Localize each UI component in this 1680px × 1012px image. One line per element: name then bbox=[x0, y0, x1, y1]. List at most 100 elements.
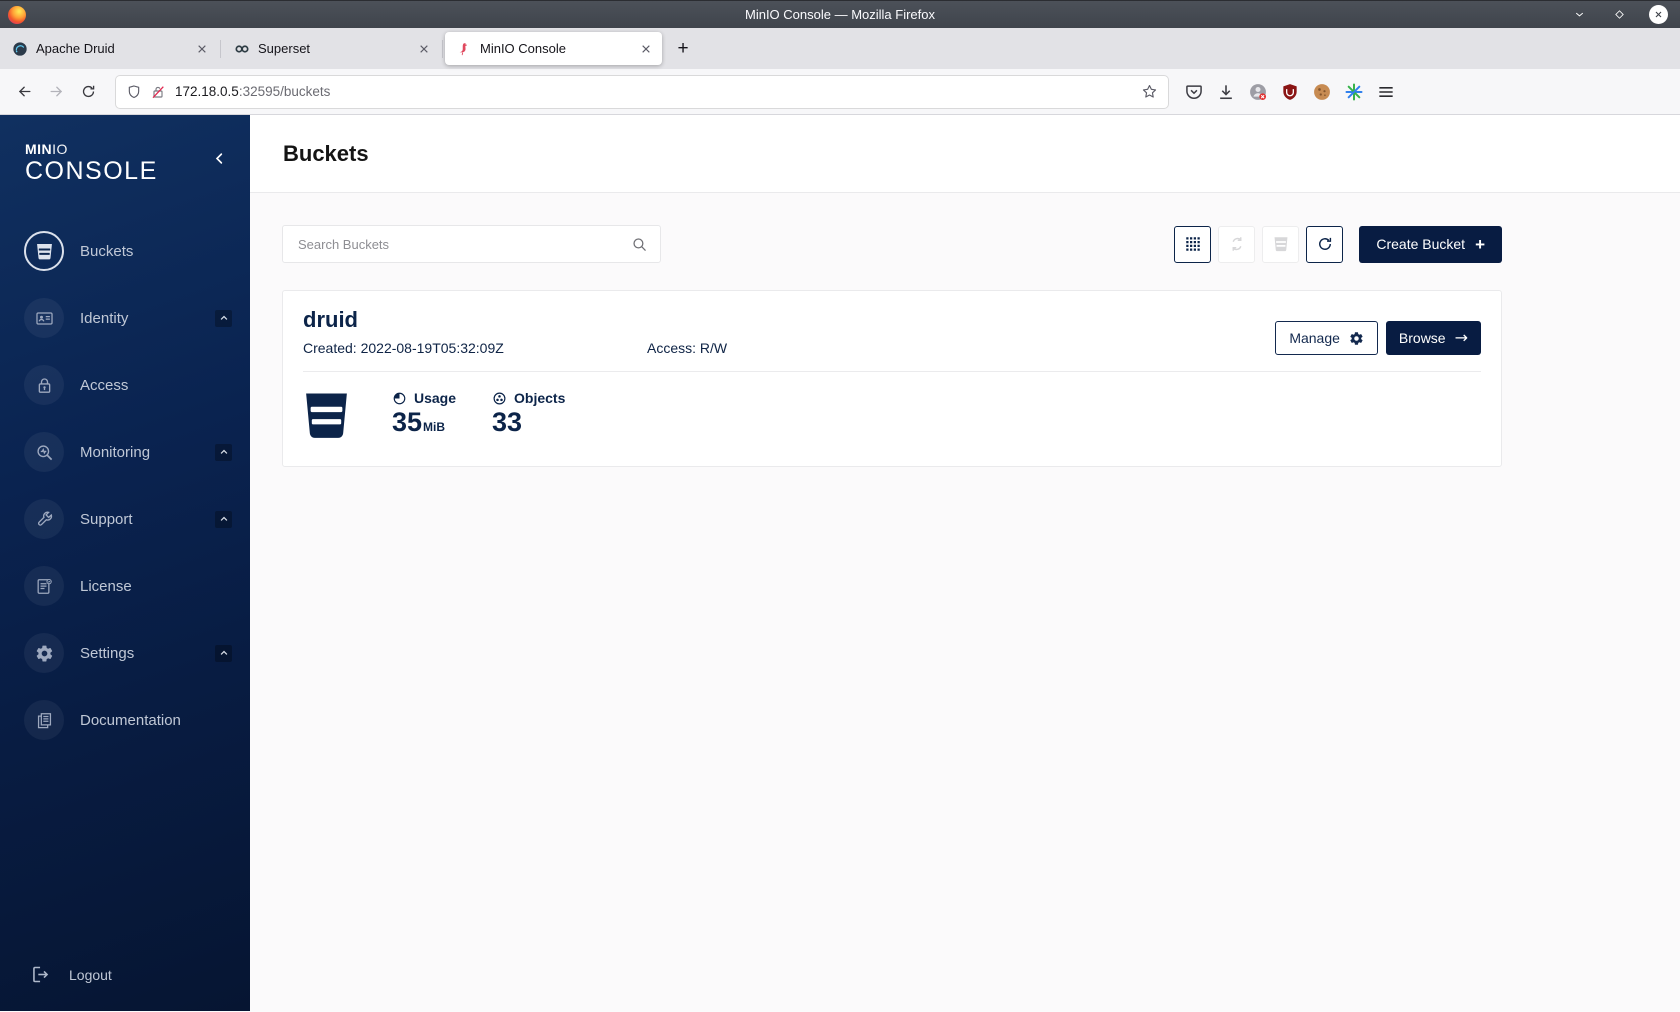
bucket-created: Created: 2022-08-19T05:32:09Z bbox=[303, 340, 504, 356]
insecure-lock-icon[interactable] bbox=[150, 84, 166, 100]
window-close-button[interactable] bbox=[1649, 5, 1668, 24]
bucket-icon bbox=[1274, 237, 1288, 252]
tab-separator bbox=[220, 39, 221, 58]
sidebar-item-label: License bbox=[80, 577, 132, 595]
forward-button[interactable] bbox=[40, 76, 72, 108]
manage-label: Manage bbox=[1289, 330, 1340, 346]
extension-disabled-icon[interactable] bbox=[1248, 82, 1268, 102]
window-titlebar: MinIO Console — Mozilla Firefox bbox=[0, 0, 1680, 28]
plus-icon: + bbox=[1475, 234, 1485, 254]
chevron-down-icon bbox=[1575, 12, 1583, 17]
objects-icon bbox=[493, 392, 506, 404]
new-tab-button[interactable]: + bbox=[668, 34, 698, 64]
window-controls bbox=[1569, 5, 1680, 25]
bucket-icon bbox=[306, 393, 347, 438]
sidebar: MINIO CONSOLE Buckets Identity Access Mo… bbox=[0, 115, 250, 1011]
grid-view-button[interactable] bbox=[1174, 225, 1212, 263]
sidebar-item-label: Settings bbox=[80, 644, 135, 662]
bookmark-star-icon[interactable] bbox=[1141, 83, 1158, 100]
window-maximize-button[interactable] bbox=[1609, 5, 1629, 25]
tab-close-icon[interactable] bbox=[638, 41, 654, 57]
bucket-card-buttons: Manage Browse → bbox=[1275, 321, 1481, 355]
cookie-icon[interactable] bbox=[1312, 82, 1332, 102]
logout-button[interactable]: Logout bbox=[30, 964, 112, 985]
objects-value: 33 bbox=[492, 407, 523, 437]
tracking-shield-icon[interactable] bbox=[126, 84, 142, 100]
tab-superset[interactable]: Superset bbox=[223, 32, 440, 65]
sidebar-item-license[interactable]: License bbox=[24, 565, 250, 607]
ublock-origin-icon[interactable] bbox=[1280, 82, 1300, 102]
druid-favicon-icon bbox=[13, 41, 27, 56]
hamburger-menu-icon[interactable] bbox=[1376, 82, 1396, 102]
toolbar-extension-area bbox=[1184, 82, 1396, 102]
tab-close-icon[interactable] bbox=[194, 41, 210, 57]
tab-close-icon[interactable] bbox=[416, 41, 432, 57]
chevron-up-icon[interactable] bbox=[215, 644, 232, 662]
tab-apache-druid[interactable]: Apache Druid bbox=[1, 32, 218, 65]
minio-flamingo-favicon-icon bbox=[459, 42, 467, 55]
extension-asterisk-icon[interactable] bbox=[1344, 82, 1364, 102]
bucket-toolbar-actions: Create Bucket + bbox=[1174, 225, 1502, 263]
sidebar-item-label: Access bbox=[80, 376, 129, 394]
sync-multiple-button[interactable] bbox=[1218, 225, 1256, 263]
create-bucket-button[interactable]: Create Bucket + bbox=[1359, 225, 1502, 263]
sidebar-item-documentation[interactable]: Documentation bbox=[24, 699, 250, 741]
manage-bucket-button[interactable]: Manage bbox=[1275, 321, 1378, 355]
url-host: 172.18.0.5 bbox=[175, 84, 239, 99]
url-bar[interactable]: 172.18.0.5:32595/buckets bbox=[116, 75, 1168, 108]
refresh-icon bbox=[1318, 237, 1331, 250]
sidebar-collapse-button[interactable] bbox=[212, 151, 234, 173]
content-area: Create Bucket + druid Created: 2022-08-1… bbox=[250, 193, 1680, 467]
search-input[interactable] bbox=[298, 236, 631, 252]
url-path: :32595/buckets bbox=[238, 84, 331, 99]
search-icon bbox=[633, 237, 646, 251]
browse-bucket-button[interactable]: Browse → bbox=[1385, 321, 1481, 355]
tab-label: Apache Druid bbox=[36, 41, 115, 56]
tab-minio-console[interactable]: MinIO Console bbox=[445, 32, 662, 65]
sidebar-item-label: Support bbox=[80, 510, 133, 528]
sidebar-item-access[interactable]: Access bbox=[24, 364, 250, 406]
bucket-card[interactable]: druid Created: 2022-08-19T05:32:09Z Acce… bbox=[282, 290, 1502, 467]
chevron-up-icon[interactable] bbox=[215, 510, 232, 528]
gear-icon bbox=[24, 633, 64, 673]
window-minimize-button[interactable] bbox=[1569, 5, 1589, 25]
logo-minio-light: IO bbox=[52, 141, 68, 157]
sidebar-item-monitoring[interactable]: Monitoring bbox=[24, 431, 250, 473]
refresh-buckets-button[interactable] bbox=[1306, 225, 1344, 263]
chevron-up-icon[interactable] bbox=[215, 309, 232, 327]
usage-value: 35 bbox=[392, 407, 423, 437]
sidebar-item-label: Monitoring bbox=[80, 443, 151, 461]
tab-label: Superset bbox=[258, 41, 311, 56]
close-icon bbox=[1655, 11, 1662, 18]
usage-metric: Usage 35MiB bbox=[392, 390, 456, 438]
monitoring-search-icon bbox=[24, 432, 64, 472]
sidebar-item-identity[interactable]: Identity bbox=[24, 297, 250, 339]
minio-console-app: MINIO CONSOLE Buckets Identity Access Mo… bbox=[0, 115, 1680, 1011]
delete-bucket-button[interactable] bbox=[1262, 225, 1300, 263]
url-text[interactable]: 172.18.0.5:32595/buckets bbox=[175, 84, 1141, 99]
reload-button[interactable] bbox=[72, 76, 104, 108]
logout-icon bbox=[33, 966, 49, 983]
window-title: MinIO Console — Mozilla Firefox bbox=[745, 7, 935, 22]
tab-label: MinIO Console bbox=[480, 41, 566, 56]
sidebar-menu: Buckets Identity Access Monitoring Suppo… bbox=[0, 230, 250, 741]
grid-icon bbox=[1186, 237, 1200, 251]
sidebar-item-support[interactable]: Support bbox=[24, 498, 250, 540]
pocket-icon[interactable] bbox=[1184, 82, 1204, 102]
chevron-up-icon[interactable] bbox=[215, 443, 232, 461]
search-box bbox=[282, 225, 661, 263]
page-title: Buckets bbox=[283, 140, 369, 166]
identity-icon bbox=[24, 298, 64, 338]
bucket-icon bbox=[24, 231, 64, 271]
usage-unit: MiB bbox=[423, 420, 446, 434]
downloads-icon[interactable] bbox=[1216, 82, 1236, 102]
chevron-left-icon bbox=[215, 153, 223, 164]
sidebar-item-settings[interactable]: Settings bbox=[24, 632, 250, 674]
sidebar-item-buckets[interactable]: Buckets bbox=[24, 230, 250, 272]
superset-favicon-icon bbox=[235, 44, 249, 53]
back-button[interactable] bbox=[8, 76, 40, 108]
main-content: Buckets Search Buckets Create Bucket + d… bbox=[250, 115, 1680, 1011]
arrow-right-icon: → bbox=[1454, 328, 1468, 347]
forward-arrow-icon bbox=[50, 86, 62, 97]
card-divider bbox=[303, 371, 1481, 372]
